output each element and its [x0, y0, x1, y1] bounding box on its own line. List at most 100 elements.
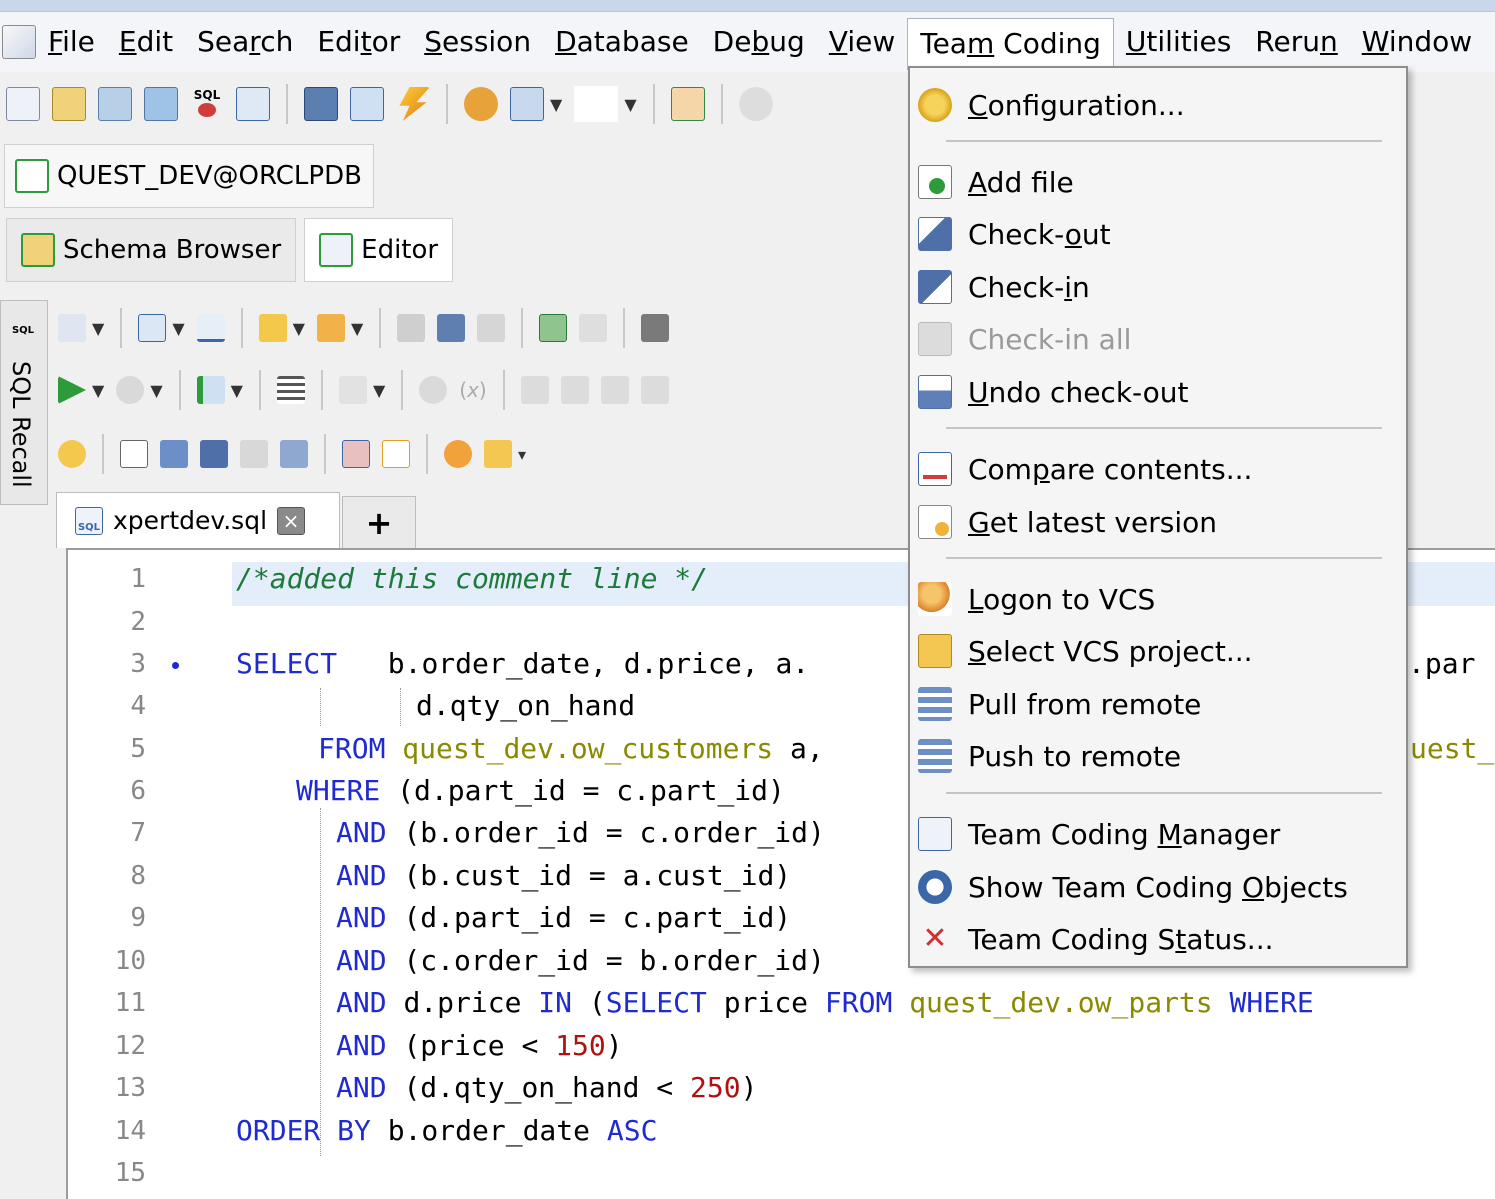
menu-item-show-team-coding-objects[interactable]: Show Team Coding Objects — [918, 862, 1348, 912]
get-latest-icon[interactable] — [382, 440, 410, 468]
select-vcs-project-icon[interactable] — [484, 440, 512, 468]
report-icon[interactable] — [670, 87, 705, 121]
check-out-icon[interactable] — [160, 440, 188, 468]
compare-icon[interactable] — [579, 314, 608, 342]
chevron-down-icon[interactable]: ▼ — [172, 319, 184, 338]
pull-icon — [918, 687, 952, 721]
menu-edit[interactable]: Edit — [107, 17, 185, 67]
toolbar-separator — [720, 84, 723, 124]
compare-contents-icon[interactable] — [342, 440, 370, 468]
lightning-icon[interactable] — [399, 87, 430, 121]
menu-debug[interactable]: Debug — [701, 17, 817, 67]
menu-item-select-vcs-project[interactable]: Select VCS project... — [918, 626, 1253, 676]
schema-browser-icon[interactable] — [52, 87, 86, 121]
refresh-icon[interactable] — [539, 314, 568, 342]
add-file-icon[interactable] — [120, 440, 148, 468]
chevron-down-icon[interactable]: ▼ — [92, 319, 104, 338]
menu-database[interactable]: Database — [543, 17, 701, 67]
tab-editor[interactable]: Editor — [304, 218, 454, 282]
save-as-icon[interactable] — [437, 314, 466, 342]
menu-item-add-file[interactable]: Add file — [918, 157, 1074, 207]
menu-item-check-in-all[interactable]: Check-in all — [918, 314, 1131, 364]
connection-plug-icon — [15, 159, 49, 193]
menu-item-check-out[interactable]: Check-out — [918, 209, 1111, 259]
save-all-icon[interactable] — [477, 314, 506, 342]
line-number: 3 — [130, 649, 146, 679]
chevron-down-icon[interactable]: ▼ — [293, 319, 305, 338]
sql-recall-icon[interactable]: SQL — [190, 87, 224, 121]
save-icon[interactable] — [397, 314, 426, 342]
bug-icon[interactable] — [419, 376, 448, 404]
menu-item-team-coding-status[interactable]: ✕ Team Coding Status... — [918, 914, 1273, 964]
menu-item-configuration[interactable]: Configuration... — [918, 80, 1185, 130]
outline-icon[interactable] — [276, 376, 305, 404]
output-icon[interactable] — [350, 87, 384, 121]
plsql-profiler-icon[interactable] — [738, 87, 773, 121]
chevron-down-icon[interactable]: ▼ — [351, 319, 363, 338]
sql-optimizer-icon[interactable] — [98, 87, 132, 121]
chevron-down-icon[interactable]: ▼ — [92, 381, 104, 400]
execute-icon[interactable] — [58, 376, 86, 404]
execute-script-icon[interactable] — [196, 376, 225, 404]
step-out-icon[interactable] — [600, 376, 629, 404]
menu-item-compare-contents[interactable]: Compare contents... — [918, 444, 1252, 494]
debug-step-icon[interactable] — [338, 376, 367, 404]
toolbar-separator — [652, 84, 655, 124]
team-coding-config-icon[interactable] — [58, 440, 86, 468]
check-in-all-icon[interactable] — [240, 440, 268, 468]
title-strip — [0, 0, 1495, 12]
layout-icon[interactable] — [510, 87, 544, 121]
check-in-icon[interactable] — [200, 440, 228, 468]
new-editor-icon[interactable] — [6, 87, 40, 121]
logon-vcs-icon[interactable] — [444, 440, 472, 468]
open-folder-icon[interactable] — [258, 314, 287, 342]
step-into-icon[interactable] — [560, 376, 589, 404]
editor-icon — [319, 233, 354, 267]
tab-xpertdev-sql[interactable]: SQL xpertdev.sql × — [56, 492, 340, 548]
editor-toolbar-row-1: ▼ ▼ ▼ ▼ — [52, 298, 670, 358]
step-over-icon[interactable] — [520, 376, 549, 404]
menu-item-logon-to-vcs[interactable]: Logon to VCS — [918, 574, 1155, 624]
menu-item-check-in[interactable]: Check-in — [918, 262, 1090, 312]
menu-window[interactable]: Window — [1350, 17, 1484, 67]
evaluate-icon[interactable]: (x) — [459, 378, 486, 402]
window-icon[interactable] — [304, 87, 338, 121]
chevron-down-icon[interactable]: ▼ — [624, 95, 636, 114]
menu-search[interactable]: Search — [185, 17, 305, 67]
print-icon[interactable] — [641, 314, 670, 342]
menu-item-get-latest-version[interactable]: Get latest version — [918, 497, 1217, 547]
check-in-all-icon — [918, 322, 952, 356]
menu-item-pull-from-remote[interactable]: Pull from remote — [918, 679, 1201, 729]
menu-session[interactable]: Session — [412, 17, 543, 67]
close-connection-icon[interactable] — [196, 314, 225, 342]
explain-plan-icon[interactable] — [144, 87, 178, 121]
connection-tab[interactable]: QUEST_DEV@ORCLPDB — [4, 144, 374, 208]
data-grid-icon[interactable] — [236, 87, 270, 121]
chevron-down-icon[interactable]: ▼ — [550, 95, 562, 114]
chevron-down-icon[interactable]: ▼ — [150, 381, 162, 400]
tab-schema-browser[interactable]: Schema Browser — [6, 218, 297, 282]
sql-recall-panel[interactable]: SQL SQL Recall — [0, 300, 48, 505]
menu-rerun[interactable]: Rerun — [1243, 17, 1349, 67]
undo-check-out-icon[interactable] — [280, 440, 308, 468]
chevron-down-icon[interactable]: ▾ — [518, 445, 526, 464]
menu-item-team-coding-manager[interactable]: Team Coding Manager — [918, 809, 1280, 859]
new-tab-button[interactable]: + — [342, 496, 416, 548]
menu-team-coding[interactable]: Team Coding — [907, 18, 1114, 70]
run-to-cursor-icon[interactable] — [640, 376, 669, 404]
menu-editor[interactable]: Editor — [305, 17, 412, 67]
connect-icon[interactable] — [58, 314, 86, 342]
session-icon[interactable] — [464, 87, 498, 121]
menu-item-push-to-remote[interactable]: Push to remote — [918, 731, 1181, 781]
menu-view[interactable]: View — [817, 17, 907, 67]
chevron-down-icon[interactable]: ▼ — [231, 381, 243, 400]
sql-file-icon[interactable] — [138, 314, 167, 342]
stop-icon[interactable] — [116, 376, 145, 404]
menu-utilities[interactable]: Utilities — [1114, 17, 1243, 67]
chevron-down-icon[interactable]: ▼ — [373, 381, 385, 400]
menu-item-undo-check-out[interactable]: Undo check-out — [918, 367, 1189, 417]
menu-file[interactable]: File — [36, 17, 107, 67]
recent-files-icon[interactable] — [316, 314, 345, 342]
sql-recall-label: SQL Recall — [7, 361, 35, 488]
close-icon[interactable]: × — [277, 506, 306, 535]
